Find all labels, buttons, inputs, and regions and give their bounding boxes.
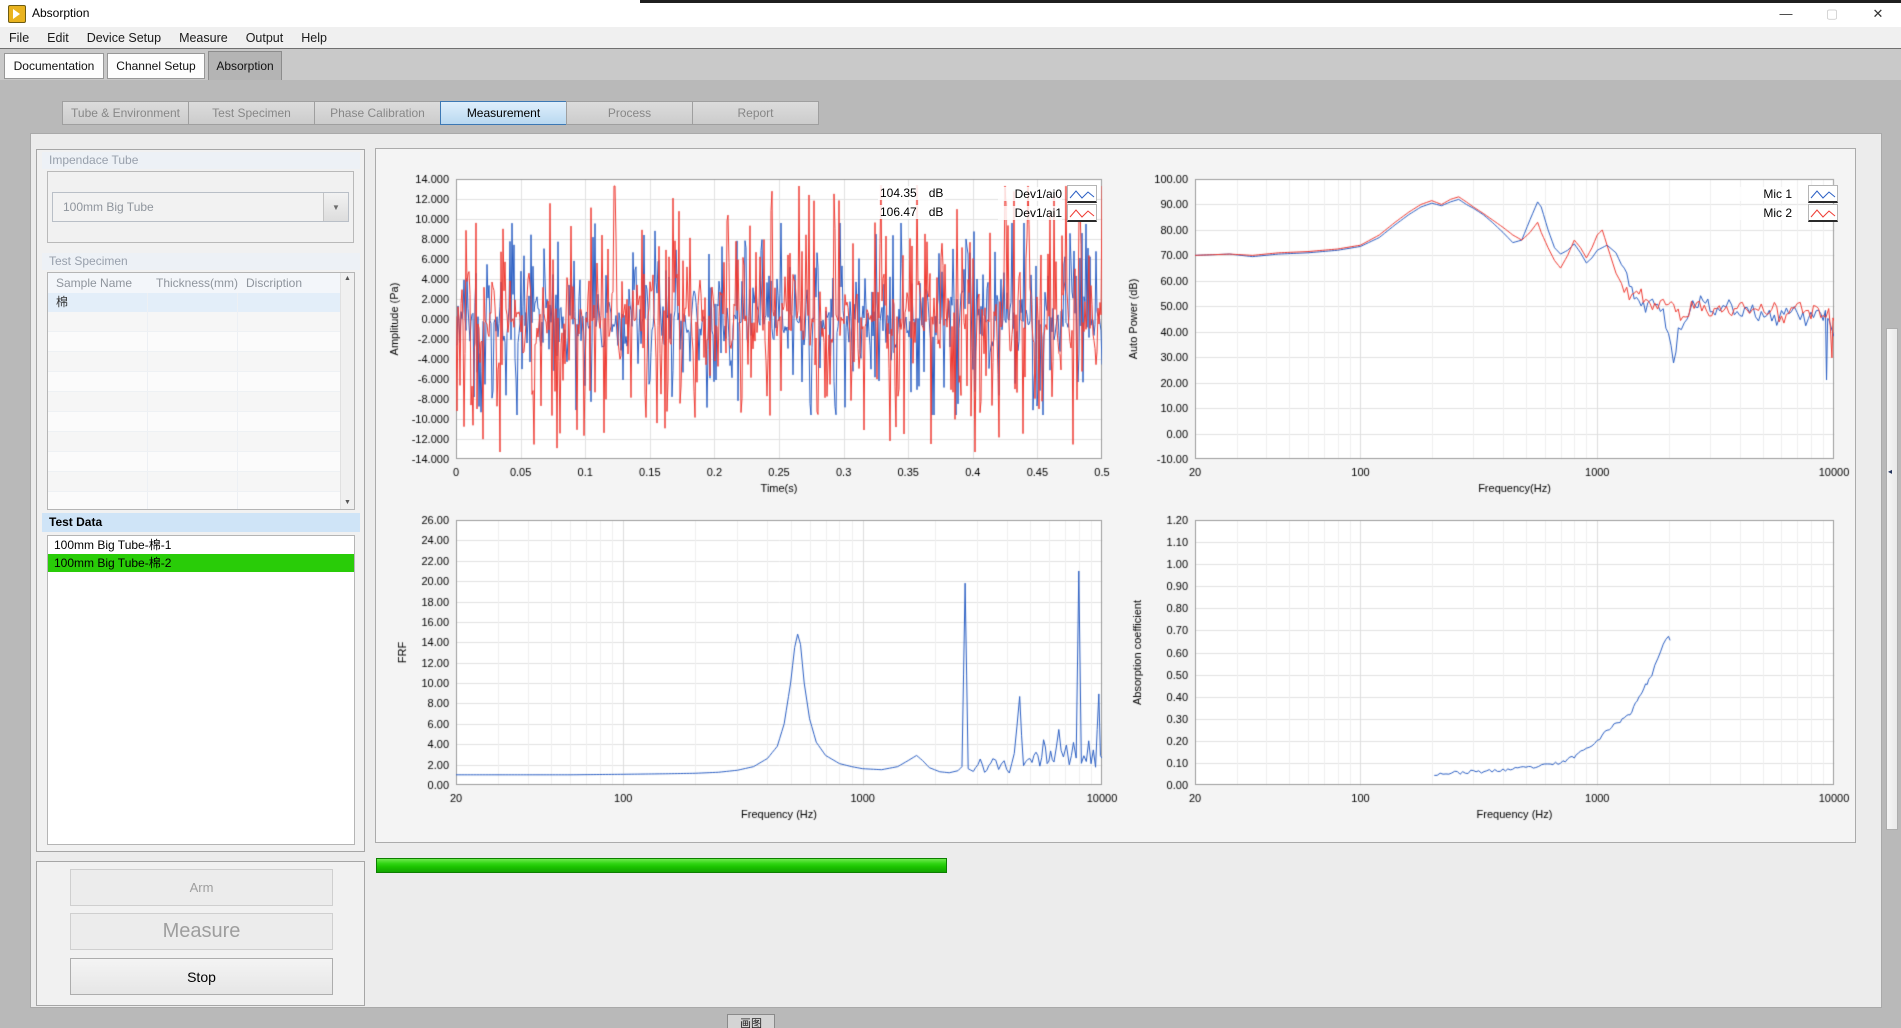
col-sample-name: Sample Name	[48, 273, 148, 293]
line-plot-glyph	[1069, 207, 1095, 219]
specimen-row-empty	[48, 312, 354, 332]
combobox-dropdown-button[interactable]: ▼	[323, 193, 348, 221]
legend-label-mic1[interactable]: Mic 1	[1728, 187, 1792, 201]
chevron-left-icon: ◂	[1888, 467, 1892, 476]
subtab-process[interactable]: Process	[566, 101, 693, 125]
specimen-row[interactable]: 棉	[48, 293, 354, 312]
tab-absorption[interactable]: Absorption	[208, 51, 282, 80]
line-plot-glyph	[1069, 188, 1095, 200]
level-readout-ai1: 106.47dB	[878, 205, 945, 219]
specimen-row-empty	[48, 412, 354, 432]
specimen-row-empty	[48, 372, 354, 392]
menubar: File Edit Device Setup Measure Output He…	[0, 27, 1901, 49]
test-data-list[interactable]: 100mm Big Tube-棉-1 100mm Big Tube-棉-2	[47, 535, 355, 845]
absorption-chart[interactable]	[1195, 520, 1834, 785]
right-collapse-handle[interactable]: ◂	[1886, 328, 1898, 830]
partial-bottom-tab[interactable]: 画图	[727, 1014, 775, 1028]
menu-item-help[interactable]: Help	[292, 27, 336, 48]
specimen-row-empty	[48, 332, 354, 352]
impedance-tube-header: Impendace Tube	[42, 152, 360, 169]
legend-label-dev1ai0[interactable]: Dev1/ai0	[998, 187, 1062, 201]
specimen-row-empty	[48, 392, 354, 412]
subtab-test-specimen[interactable]: Test Specimen	[188, 101, 315, 125]
menu-item-device-setup[interactable]: Device Setup	[78, 27, 170, 48]
tab-documentation[interactable]: Documentation	[4, 53, 104, 79]
stop-button[interactable]: Stop	[70, 958, 333, 995]
scroll-up-icon[interactable]: ▲	[341, 273, 354, 285]
left-panel: Impendace Tube 100mm Big Tube ▼ Test Spe…	[36, 149, 365, 852]
test-specimen-header: Test Specimen	[42, 253, 360, 270]
line-plot-glyph	[1810, 207, 1836, 219]
line-plot-glyph	[1810, 188, 1836, 200]
subtab-measurement[interactable]: Measurement	[440, 101, 567, 125]
col-discription: Discription	[238, 273, 354, 293]
charts-panel: 104.35dB 106.47dB Dev1/ai0 Dev1/ai1 Mic …	[375, 148, 1856, 843]
waveform-icon-blue[interactable]	[1067, 185, 1097, 203]
subtab-report[interactable]: Report	[692, 101, 819, 125]
test-data-item[interactable]: 100mm Big Tube-棉-1	[48, 536, 354, 554]
combobox-value: 100mm Big Tube	[63, 193, 154, 221]
specimen-row-empty	[48, 352, 354, 372]
specimen-table[interactable]: Sample Name Thickness(mm) Discription 棉 …	[47, 272, 355, 510]
window-titlebar[interactable]: Absorption — ▢ ✕	[0, 0, 1901, 27]
level-readout-ai0: 104.35dB	[878, 186, 945, 200]
test-data-header: Test Data	[42, 513, 360, 532]
specimen-row-empty	[48, 492, 354, 510]
waveform-icon-mic1[interactable]	[1808, 185, 1838, 203]
scroll-down-icon[interactable]: ▼	[341, 497, 354, 509]
progress-bar	[376, 858, 947, 873]
main-tabstrip: Documentation Channel Setup Absorption	[0, 49, 1901, 80]
auto-power-chart[interactable]	[1195, 179, 1834, 459]
specimen-table-scrollbar[interactable]: ▲ ▼	[340, 273, 354, 509]
specimen-row-empty	[48, 472, 354, 492]
maximize-button[interactable]: ▢	[1809, 0, 1855, 27]
arm-button[interactable]: Arm	[70, 869, 333, 906]
measure-button[interactable]: Measure	[70, 913, 333, 950]
subtab-tube-environment[interactable]: Tube & Environment	[62, 101, 189, 125]
window-top-border	[640, 0, 1901, 3]
chevron-down-icon: ▼	[332, 203, 340, 212]
menu-item-output[interactable]: Output	[237, 27, 293, 48]
test-data-item-selected[interactable]: 100mm Big Tube-棉-2	[48, 554, 354, 572]
frf-chart[interactable]	[456, 520, 1102, 785]
specimen-table-header: Sample Name Thickness(mm) Discription	[48, 273, 354, 293]
col-thickness: Thickness(mm)	[148, 273, 238, 293]
time-waveform-chart[interactable]	[456, 179, 1102, 459]
impedance-tube-combobox[interactable]: 100mm Big Tube ▼	[52, 192, 349, 222]
minimize-button[interactable]: —	[1763, 0, 1809, 27]
subtab-phase-calibration[interactable]: Phase Calibration	[314, 101, 441, 125]
menu-item-measure[interactable]: Measure	[170, 27, 237, 48]
specimen-row-empty	[48, 452, 354, 472]
close-button[interactable]: ✕	[1855, 0, 1901, 27]
waveform-icon-red[interactable]	[1067, 204, 1097, 222]
waveform-icon-mic2[interactable]	[1808, 204, 1838, 222]
menu-item-edit[interactable]: Edit	[38, 27, 78, 48]
menu-item-file[interactable]: File	[0, 27, 38, 48]
specimen-row-empty	[48, 432, 354, 452]
window-title: Absorption	[32, 6, 89, 20]
legend-label-dev1ai1[interactable]: Dev1/ai1	[998, 206, 1062, 220]
tab-channel-setup[interactable]: Channel Setup	[107, 53, 205, 79]
legend-label-mic2[interactable]: Mic 2	[1728, 206, 1792, 220]
control-buttons-panel: Arm Measure Stop	[36, 861, 365, 1006]
app-icon	[8, 5, 26, 23]
